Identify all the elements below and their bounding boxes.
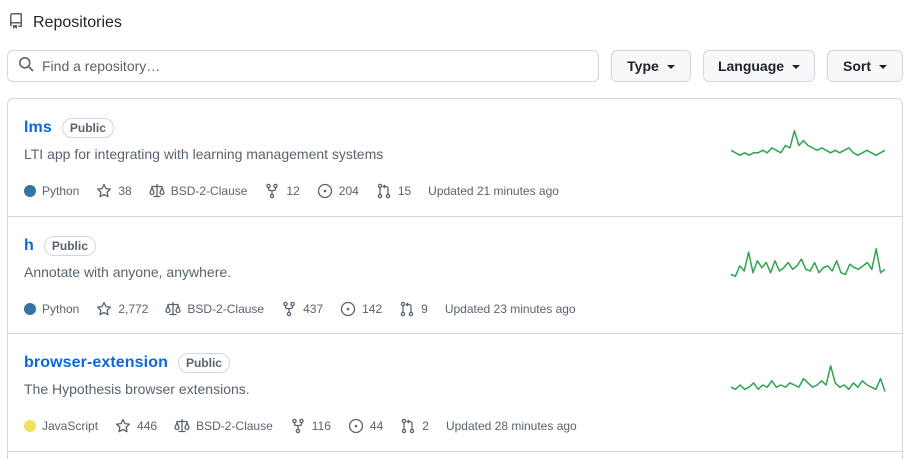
repo-title-row: h Public [24,235,96,256]
activity-sparkline [730,365,886,392]
visibility-badge: Public [177,353,230,373]
sort-label: Sort [843,58,871,74]
search-input[interactable] [42,58,582,74]
repo-item: h Public Annotate with anyone, anywhere.… [8,217,902,334]
repo-license: BSD-2-Clause [165,301,264,317]
fork-count: 437 [303,301,324,316]
repo-name-link[interactable]: h [24,237,34,255]
repo-list: lms Public LTI app for integrating with … [7,98,903,459]
stars-link[interactable]: 446 [115,418,157,434]
law-icon [149,183,165,199]
pulls-link[interactable]: 9 [399,301,428,317]
sparkline-path [730,365,886,392]
star-icon [96,301,112,317]
issue-count: 44 [369,419,384,433]
updated-time: Updated 21 minutes ago [428,184,559,198]
repo-language: JavaScript [24,419,98,433]
language-name: JavaScript [42,419,99,433]
pull-request-icon [376,183,392,199]
fork-icon [290,418,306,434]
updated-time: Updated 28 minutes ago [445,419,577,433]
pull-request-count: 15 [397,184,412,198]
issue-icon [317,183,333,199]
law-icon [165,301,182,317]
license-name: BSD-2-Clause [196,419,273,433]
issues-link[interactable]: 44 [348,418,383,434]
license-name: BSD-2-Clause [170,184,248,198]
issue-count: 204 [338,184,359,198]
repo-title-row: lms Public [24,118,114,138]
search-icon [18,56,34,77]
repo-item: browser-extension Public The Hypothesis … [8,334,902,452]
forks-link[interactable]: 12 [264,183,300,199]
repo-description: The Hypothesis browser extensions. [24,381,250,397]
forks-link[interactable]: 116 [290,418,331,434]
star-icon [115,418,131,434]
visibility-badge: Public [61,118,114,138]
sort-button[interactable]: Sort [827,50,903,82]
repo-language: Python [24,302,79,316]
repo-description: Annotate with anyone, anywhere. [24,263,232,280]
activity-sparkline [730,247,886,277]
language-filter-button[interactable]: Language [703,50,815,82]
pulls-link[interactable]: 15 [376,183,411,199]
issue-count: 142 [362,301,383,316]
stars-link[interactable]: 38 [96,183,132,199]
repo-meta: JavaScript 446 BSD-2-Clause 116 44 2 Upd… [24,418,594,434]
sparkline-path [730,130,886,156]
star-count: 446 [137,419,158,433]
page-header: Repositories [8,12,122,34]
type-filter-label: Type [627,58,659,74]
issue-icon [340,301,356,317]
caret-down-icon [879,65,887,69]
pull-request-icon [400,418,416,434]
language-name: Python [42,301,80,316]
repo-meta: Python 38 BSD-2-Clause 12 204 15 Updated… [24,183,576,199]
pulls-link[interactable]: 2 [400,418,429,434]
pull-request-count: 9 [421,301,428,316]
repo-language: Python [24,184,79,198]
type-filter-button[interactable]: Type [611,50,691,82]
fork-icon [264,183,280,199]
forks-link[interactable]: 437 [281,301,323,317]
star-count: 38 [118,184,132,198]
language-color-dot [24,185,36,197]
language-filter-label: Language [717,58,785,74]
pull-request-icon [399,301,415,317]
language-color-dot [24,420,36,432]
fork-icon [281,301,297,317]
issue-icon [348,418,364,434]
fork-count: 12 [286,184,300,198]
law-icon [174,418,190,434]
repo-license: BSD-2-Clause [149,183,248,199]
caret-down-icon [666,65,675,69]
updated-time: Updated 23 minutes ago [444,301,576,316]
star-count: 2,772 [118,301,149,316]
language-color-dot [24,302,36,315]
repo-name-link[interactable]: lms [24,119,52,137]
issues-link[interactable]: 142 [340,301,382,317]
repo-title-row: browser-extension Public [24,353,230,373]
star-icon [96,183,112,199]
fork-count: 116 [311,419,331,433]
repo-name-link[interactable]: browser-extension [24,354,168,372]
repo-toolbar: Type Language Sort [7,50,903,83]
pull-request-count: 2 [422,419,429,433]
search-box[interactable] [7,50,599,82]
activity-sparkline [730,130,886,156]
caret-down-icon [792,65,801,69]
repo-description: LTI app for integrating with learning ma… [24,146,384,162]
stars-link[interactable]: 2,772 [96,301,148,317]
language-name: Python [42,184,80,198]
visibility-badge: Public [43,235,96,256]
repo-license: BSD-2-Clause [174,418,273,434]
issues-link[interactable]: 204 [317,183,359,199]
repo-item: lms Public LTI app for integrating with … [8,99,902,217]
repo-meta: Python 2,772 BSD-2-Clause 437 142 9 Upda… [24,301,593,317]
repo-icon [8,12,24,34]
sparkline-path [730,247,886,277]
page-title: Repositories [33,14,122,31]
license-name: BSD-2-Clause [187,301,265,316]
